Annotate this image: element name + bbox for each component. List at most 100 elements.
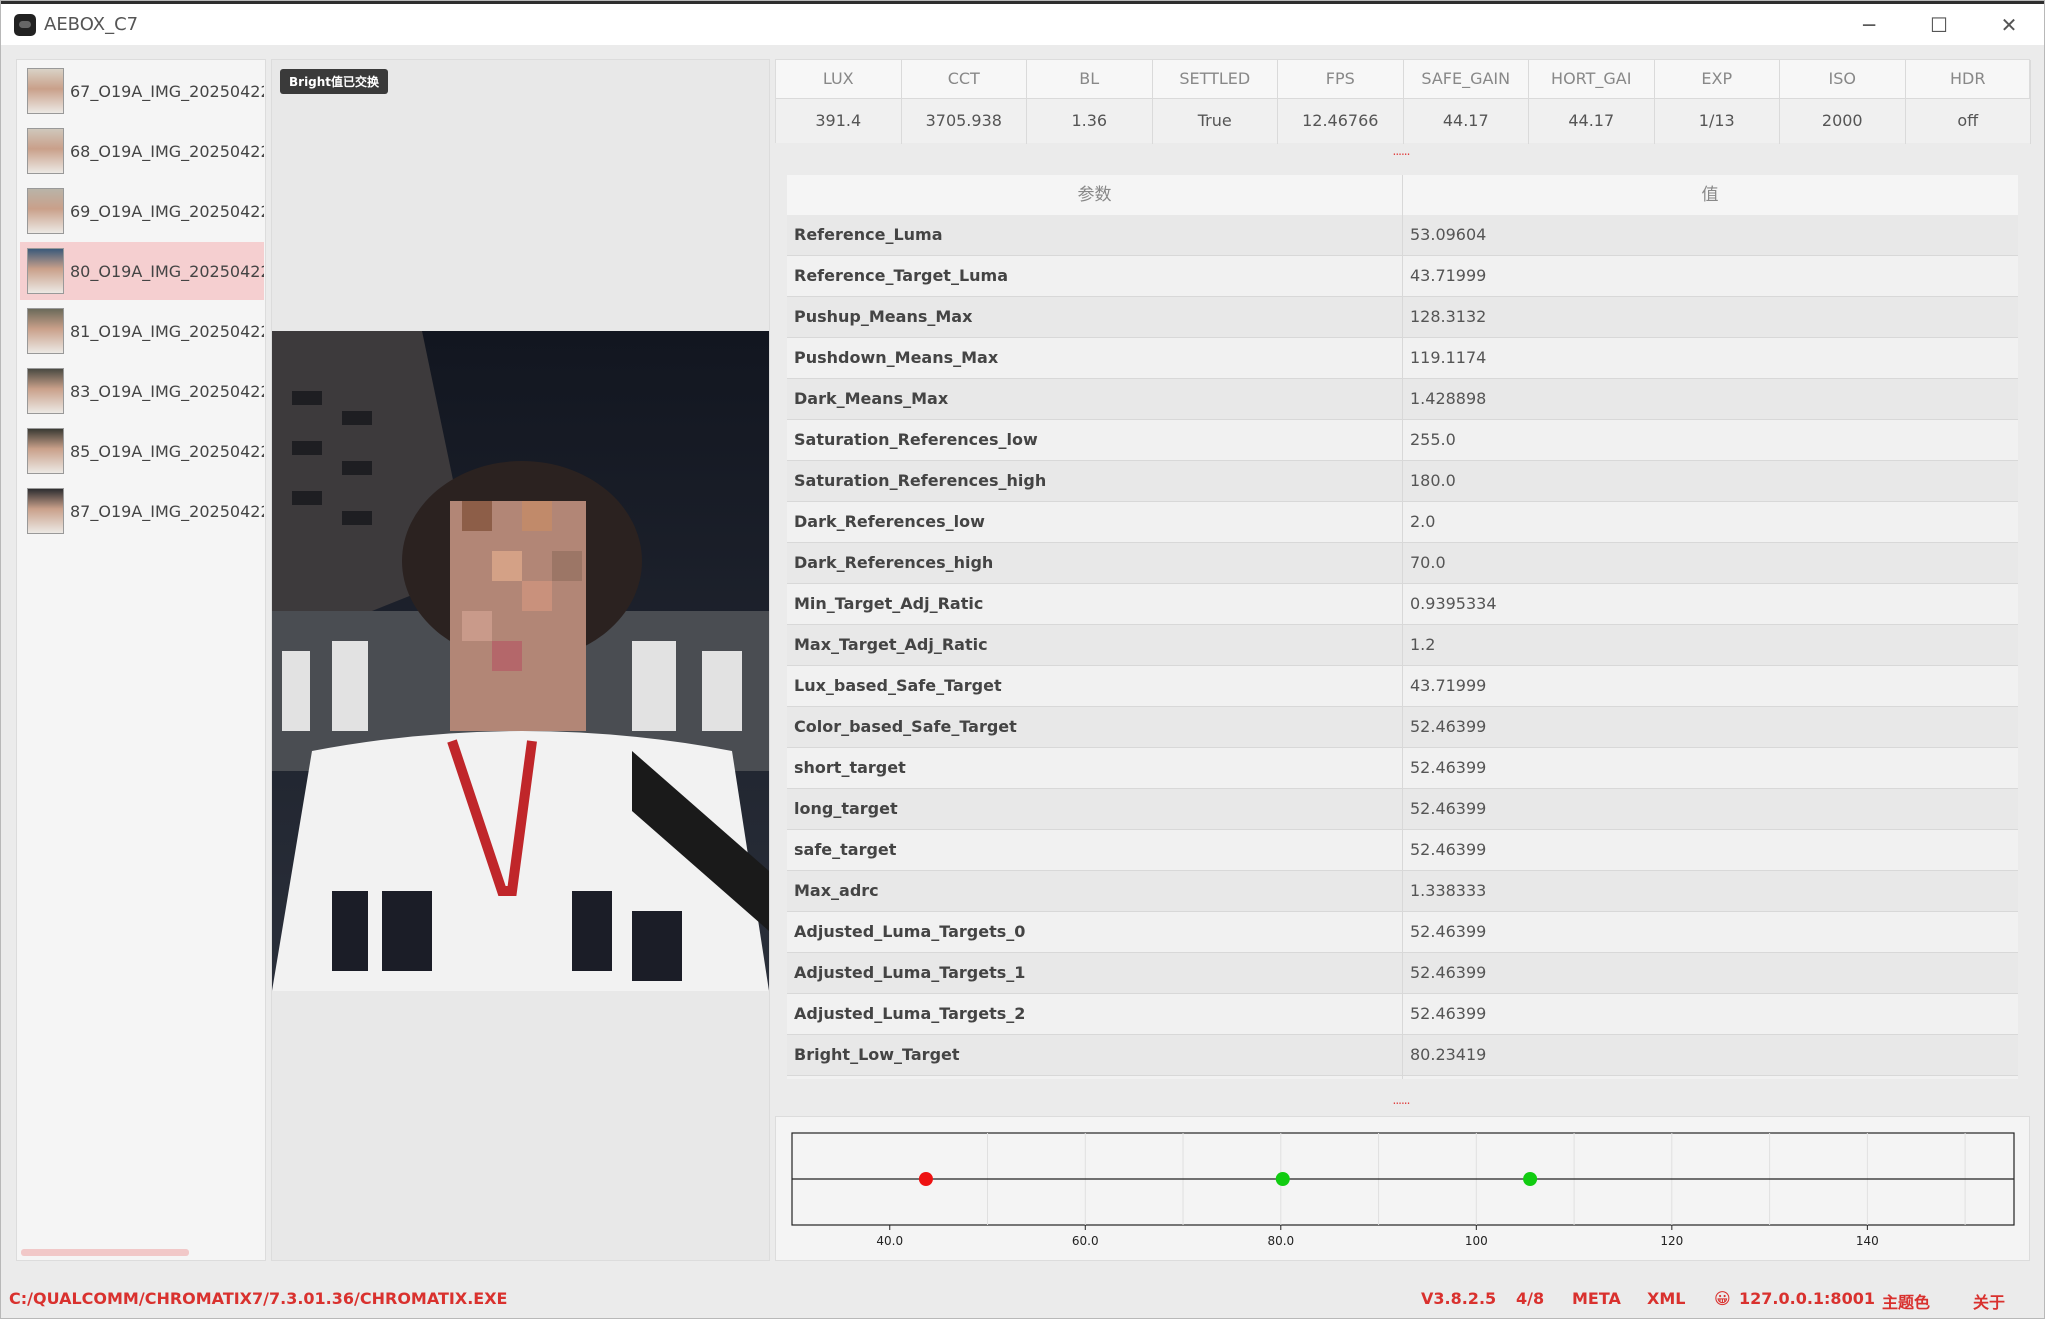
maximize-button[interactable]: ☐: [1911, 8, 1967, 42]
stat-value: 2000: [1780, 99, 1905, 143]
param-name: Lux_based_Safe_Target: [794, 676, 1002, 695]
file-list-item[interactable]: 80_O19A_IMG_20250422_1: [20, 242, 264, 300]
param-name: Adjusted_Luma_Targets_0: [794, 922, 1026, 941]
stat-header: SAFE_GAIN: [1403, 60, 1528, 99]
file-thumbnail: [27, 188, 64, 234]
stat-value: 12.46766: [1278, 99, 1403, 143]
file-list-item[interactable]: 87_O19A_IMG_20250422_1: [20, 482, 264, 540]
param-value: 128.3132: [1410, 307, 1487, 326]
image-preview-panel: Bright值已交换: [271, 59, 770, 1261]
param-value: 43.71999: [1410, 266, 1487, 285]
stat-header: HDR: [1905, 60, 2030, 99]
status-path: C:/QUALCOMM/CHROMATIX7/7.3.01.36/CHROMAT…: [9, 1289, 508, 1308]
param-name: Max_adrc: [794, 881, 879, 900]
chart-tick-label: 120: [1660, 1234, 1683, 1248]
file-thumbnail: [27, 308, 64, 354]
param-value: 52.46399: [1410, 758, 1487, 777]
stat-value: 44.17: [1403, 99, 1528, 143]
stat-header: FPS: [1278, 60, 1403, 99]
stat-value: 391.4: [776, 99, 901, 143]
stat-value: 3705.938: [901, 99, 1026, 143]
param-value: 52.46399: [1410, 717, 1487, 736]
stat-value: 1.36: [1027, 99, 1152, 143]
column-divider: [1402, 175, 1403, 1079]
params-table[interactable]: 参数 值 Reference_Luma 53.09604 Reference_Tar…: [787, 175, 2018, 1079]
file-thumbnail: [27, 128, 64, 174]
param-name: Reference_Luma: [794, 225, 943, 244]
param-value: 52.46399: [1410, 922, 1487, 941]
param-name: Adjusted_Luma_Targets_2: [794, 1004, 1026, 1023]
file-name: 69_O19A_IMG_20250422_0: [70, 201, 264, 221]
param-value: 2.0: [1410, 512, 1436, 531]
file-list[interactable]: 67_O19A_IMG_20250422_0 68_O19A_IMG_202504…: [16, 59, 266, 1261]
param-name: Dark_Means_Max: [794, 389, 949, 408]
file-list-item[interactable]: 67_O19A_IMG_20250422_0: [20, 62, 264, 120]
file-thumbnail: [27, 428, 64, 474]
chart-point: [1523, 1172, 1538, 1186]
param-name: Adjusted_Luma_Targets_1: [794, 963, 1026, 982]
stat-column: ISO 2000: [1780, 60, 1906, 144]
param-name: Dark_References_high: [794, 553, 994, 572]
param-value: 0.9395334: [1410, 594, 1497, 613]
stats-header-table: LUX 391.4 CCT 3705.938 BL 1.36 SETTLED True FPS 1…: [775, 59, 2031, 144]
param-value: 53.09604: [1410, 225, 1487, 244]
stat-column: SAFE_GAIN 44.17: [1403, 60, 1529, 144]
horizontal-scrollbar[interactable]: [21, 1249, 189, 1256]
file-thumbnail: [27, 368, 64, 414]
title-bar: AEBOX_C7 ─ ☐ ✕: [1, 1, 2044, 45]
param-name: Reference_Target_Luma: [794, 266, 1008, 285]
stat-column: EXP 1/13: [1654, 60, 1780, 144]
stat-header: EXP: [1654, 60, 1779, 99]
param-name: Saturation_References_high: [794, 471, 1047, 490]
param-value: 52.46399: [1410, 963, 1487, 982]
file-list-item[interactable]: 83_O19A_IMG_20250422_1: [20, 362, 264, 420]
file-list-item[interactable]: 81_O19A_IMG_20250422_1: [20, 302, 264, 360]
splitter-handle-top[interactable]: ......: [1391, 145, 1411, 157]
about-button[interactable]: 关于: [1973, 1289, 2005, 1313]
minimize-button[interactable]: ─: [1841, 8, 1897, 42]
file-thumbnail: [27, 248, 64, 294]
close-button[interactable]: ✕: [1981, 8, 2037, 42]
splitter-handle-bottom[interactable]: ......: [1391, 1094, 1411, 1106]
param-name: safe_target: [794, 840, 897, 859]
file-name: 85_O19A_IMG_20250422_1: [70, 441, 264, 461]
stat-value: 44.17: [1529, 99, 1654, 143]
stat-column: HORT_GAI 44.17: [1529, 60, 1655, 144]
param-name: Max_Target_Adj_Ratic: [794, 635, 988, 654]
file-name: 68_O19A_IMG_20250422_0: [70, 141, 264, 161]
target-chart: 40.0 60.0 80.0 100 120 140: [791, 1132, 2015, 1248]
param-value: 119.1174: [1410, 348, 1487, 367]
bright-swap-tag: Bright值已交换: [280, 69, 389, 94]
xml-button[interactable]: XML: [1647, 1289, 1685, 1308]
stat-value: True: [1152, 99, 1277, 143]
server-address[interactable]: 127.0.0.1:8001: [1739, 1289, 1875, 1308]
stat-value: 1/13: [1654, 99, 1779, 143]
param-name: Color_based_Safe_Target: [794, 717, 1017, 736]
file-list-item[interactable]: 68_O19A_IMG_20250422_0: [20, 122, 264, 180]
header-value[interactable]: 值: [1402, 175, 2018, 215]
param-name: Bright_Low_Target: [794, 1045, 960, 1064]
param-value: 1.428898: [1410, 389, 1487, 408]
param-value: 180.0: [1410, 471, 1456, 490]
file-list-item[interactable]: 69_O19A_IMG_20250422_0: [20, 182, 264, 240]
window-title: AEBOX_C7: [44, 14, 139, 35]
status-version: V3.8.2.5: [1421, 1289, 1497, 1308]
meta-button[interactable]: META: [1572, 1289, 1621, 1308]
theme-button[interactable]: 主题色: [1882, 1289, 1930, 1313]
status-count: 4/8: [1516, 1289, 1545, 1308]
stat-header: CCT: [901, 60, 1026, 99]
stat-column: FPS 12.46766: [1278, 60, 1404, 144]
file-thumbnail: [27, 488, 64, 534]
file-list-item[interactable]: 85_O19A_IMG_20250422_1: [20, 422, 264, 480]
param-value: 1.338333: [1410, 881, 1487, 900]
param-name: short_target: [794, 758, 906, 777]
param-value: 255.0: [1410, 430, 1456, 449]
app-logo-icon: [14, 14, 36, 36]
status-bar: C:/QUALCOMM/CHROMATIX7/7.3.01.36/CHROMAT…: [1, 1280, 2044, 1318]
stat-column: SETTLED True: [1152, 60, 1278, 144]
param-name: Dark_References_low: [794, 512, 985, 531]
param-value: 52.46399: [1410, 840, 1487, 859]
stat-column: HDR off: [1905, 60, 2031, 144]
header-param[interactable]: 参数: [787, 175, 1402, 215]
file-name: 80_O19A_IMG_20250422_1: [70, 261, 264, 281]
